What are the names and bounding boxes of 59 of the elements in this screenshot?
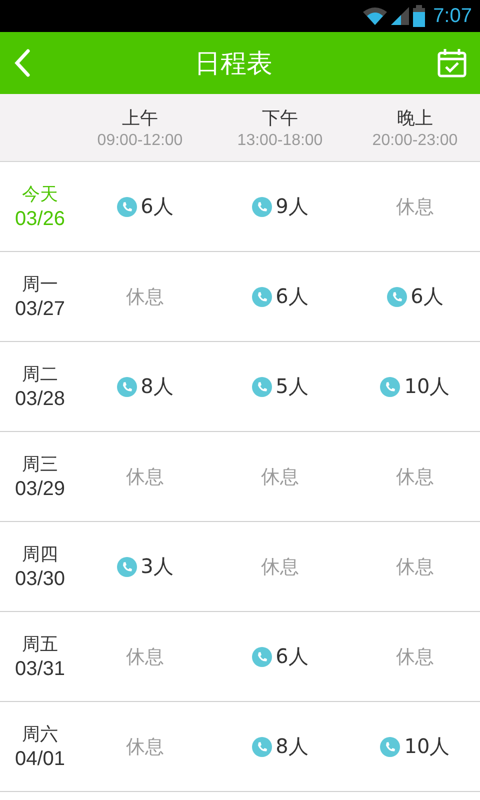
booking-count[interactable]: 8人 <box>276 733 308 760</box>
column-title: 下午 <box>262 106 298 130</box>
weekday-label: 周一 <box>22 273 58 296</box>
phone-icon <box>380 376 400 396</box>
calendar-check-icon[interactable] <box>437 48 467 78</box>
date-label: 03/27 <box>14 298 66 321</box>
booking-count[interactable]: 9人 <box>276 193 308 220</box>
booking-count[interactable]: 10人 <box>404 733 450 760</box>
phone-icon <box>252 196 272 216</box>
booking-count[interactable]: 8人 <box>140 373 174 400</box>
date-label: 03/31 <box>14 658 66 681</box>
rest-label: 休息 <box>126 734 164 760</box>
booking-count[interactable]: 10人 <box>404 373 450 400</box>
rest-label: 休息 <box>396 644 434 670</box>
phone-icon <box>252 376 272 396</box>
booking-count[interactable]: 3人 <box>140 553 174 580</box>
wifi-icon <box>363 7 388 25</box>
screen-title: 日程表 <box>194 48 272 80</box>
weekday-label: 周六 <box>22 723 58 746</box>
weekday-label: 周四 <box>22 543 58 566</box>
column-title: 上午 <box>122 106 158 130</box>
battery-icon <box>413 5 426 27</box>
phone-icon <box>252 286 272 306</box>
date-label: 03/29 <box>14 478 66 501</box>
booking-count[interactable]: 5人 <box>276 373 308 400</box>
time-range: 09:00-12:00 <box>97 132 183 150</box>
rest-label: 休息 <box>261 464 299 490</box>
date-label: 03/30 <box>14 568 66 591</box>
booking-count[interactable]: 6人 <box>140 193 174 220</box>
rest-label: 休息 <box>126 464 164 490</box>
phone-icon <box>380 736 400 756</box>
date-label: 03/26 <box>14 208 66 231</box>
phone-icon <box>116 556 137 576</box>
date-label: 03/28 <box>14 388 66 411</box>
signal-icon <box>391 7 410 25</box>
weekday-label: 周二 <box>22 363 58 386</box>
booking-count[interactable]: 6人 <box>410 283 444 310</box>
phone-icon <box>252 646 272 666</box>
status-time: 7:07 <box>433 4 472 28</box>
phone-icon <box>116 376 137 396</box>
column-title: 晚上 <box>397 106 433 130</box>
weekday-label: 今天 <box>22 183 58 206</box>
time-range: 20:00-23:00 <box>372 132 458 150</box>
back-icon[interactable] <box>14 49 30 77</box>
rest-label: 休息 <box>261 554 299 580</box>
date-label: 04/01 <box>14 748 66 771</box>
rest-label: 休息 <box>396 554 434 580</box>
time-range: 13:00-18:00 <box>237 132 323 150</box>
phone-icon <box>386 286 407 306</box>
booking-count[interactable]: 6人 <box>276 283 308 310</box>
rest-label: 休息 <box>126 284 164 310</box>
rest-label: 休息 <box>396 194 434 220</box>
rest-label: 休息 <box>396 464 434 490</box>
weekday-label: 周五 <box>22 633 58 656</box>
weekday-label: 周三 <box>22 453 58 476</box>
phone-icon <box>252 736 272 756</box>
phone-icon <box>116 196 137 216</box>
booking-count[interactable]: 6人 <box>276 643 308 670</box>
rest-label: 休息 <box>126 644 164 670</box>
